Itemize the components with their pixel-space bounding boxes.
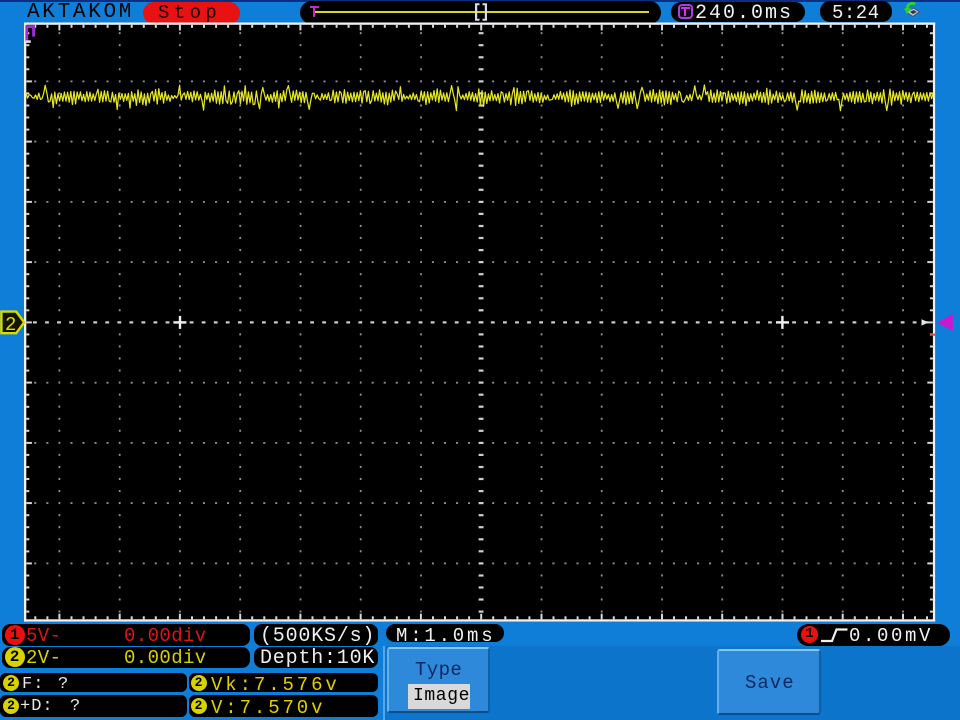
svg-text:2: 2 — [5, 314, 16, 336]
